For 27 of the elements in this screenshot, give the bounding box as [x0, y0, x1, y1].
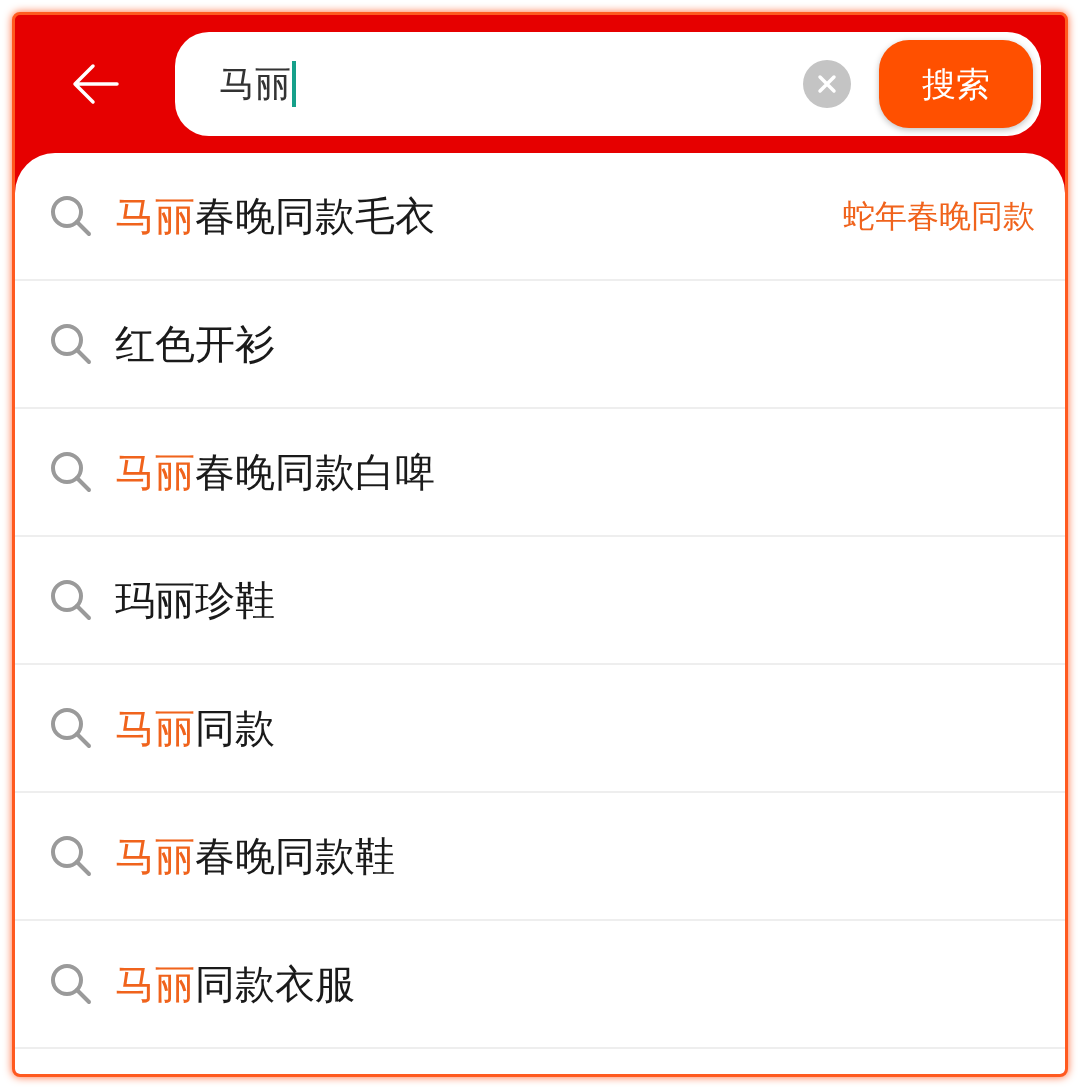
suggestion-item[interactable]: 红色开衫: [15, 281, 1065, 409]
suggestion-text: 红色开衫: [115, 320, 275, 369]
search-icon: [49, 706, 93, 750]
suggestion-item[interactable]: 马丽春晚同款毛衣 蛇年春晚同款: [15, 153, 1065, 281]
search-icon: [49, 194, 93, 238]
text-cursor: [292, 61, 296, 107]
suggestion-text: 马丽同款: [115, 704, 275, 753]
back-arrow-icon: [71, 63, 119, 105]
suggestion-item[interactable]: 马丽同款: [15, 665, 1065, 793]
clear-icon[interactable]: [803, 60, 851, 108]
search-icon: [49, 578, 93, 622]
suggestion-text: 马丽同款衣服: [115, 960, 355, 1009]
suggestion-text: 马丽春晚同款鞋: [115, 832, 395, 881]
search-input-text: 马丽: [219, 62, 291, 106]
suggestion-text: 马丽春晚同款毛衣: [115, 192, 435, 241]
search-icon: [49, 834, 93, 878]
search-icon: [49, 962, 93, 1006]
suggestion-text: 玛丽珍鞋: [115, 576, 275, 625]
suggestion-text: 马丽春晚同款白啤: [115, 448, 435, 497]
suggestion-item[interactable]: 马丽春晚同款鞋: [15, 793, 1065, 921]
suggestion-tag: 蛇年春晚同款: [843, 192, 1035, 240]
suggestion-item[interactable]: 马丽同款衣服: [15, 921, 1065, 1049]
search-icon: [49, 450, 93, 494]
suggestion-item[interactable]: 玛丽珍鞋: [15, 537, 1065, 665]
suggestion-item[interactable]: 马丽春晚同款白啤: [15, 409, 1065, 537]
search-field[interactable]: 马丽 搜索: [175, 32, 1041, 136]
search-icon: [49, 322, 93, 366]
